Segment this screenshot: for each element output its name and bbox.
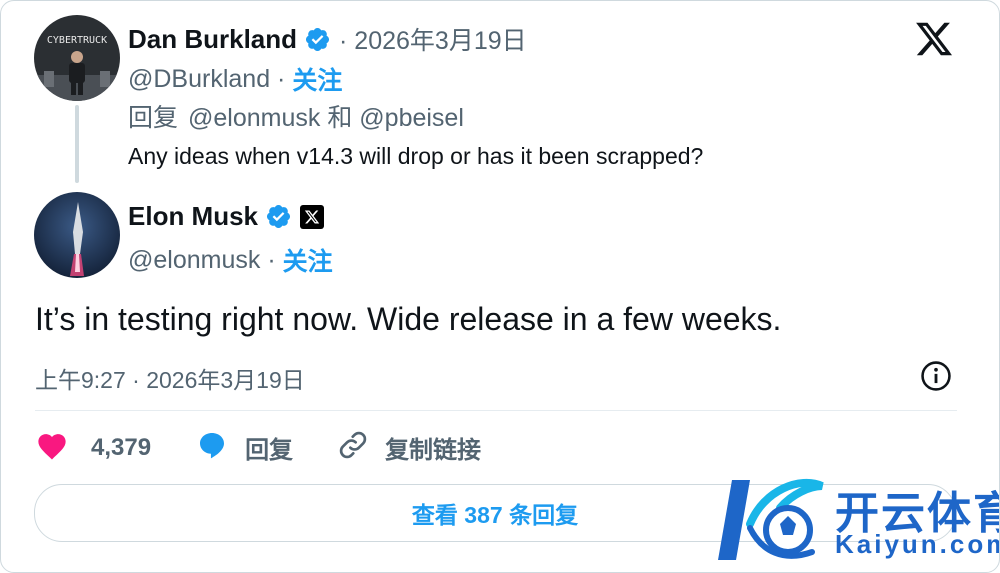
main-tweet-handle-row: @elonmusk · 关注	[128, 242, 333, 278]
info-icon[interactable]	[919, 359, 953, 398]
avatar-text: CYBERTRUCK	[47, 35, 107, 46]
author-name[interactable]: Dan Burkland	[128, 24, 297, 55]
copy-link-button[interactable]: 复制链接	[337, 429, 481, 466]
elon-musk-avatar[interactable]	[34, 192, 120, 278]
thread-connector-line	[75, 105, 79, 183]
watermark-english-text: Kaiyun.com	[835, 529, 1000, 559]
reply-tweet-header: Dan Burkland · 2026年3月19日	[128, 21, 527, 57]
tweet-date[interactable]: · 2026年3月19日	[339, 21, 527, 57]
reply-tweet-body: Any ideas when v14.3 will drop or has it…	[128, 143, 703, 170]
x-affiliation-badge-icon[interactable]	[300, 204, 325, 229]
separator-dot: ·	[260, 245, 283, 274]
link-icon	[337, 429, 369, 466]
reply-to-handles[interactable]: @elonmusk 和 @pbeisel	[188, 98, 464, 134]
tweet-embed-card: CYBERTRUCK Dan Burkland · 2026年3月19日 @DB…	[0, 0, 1000, 573]
follow-button[interactable]: 关注	[292, 61, 342, 97]
x-logo-icon[interactable]	[913, 19, 955, 64]
main-tweet-text: It’s in testing right now. Wide release …	[35, 301, 782, 337]
author-handle[interactable]: @DBurkland	[128, 65, 270, 94]
author-handle[interactable]: @elonmusk	[128, 246, 260, 275]
like-count: 4,379	[91, 433, 152, 461]
reply-button[interactable]: 回复	[195, 429, 293, 466]
divider	[35, 410, 957, 411]
verified-badge-icon	[304, 26, 331, 53]
reply-to-prefix: 回复	[128, 104, 179, 132]
author-name[interactable]: Elon Musk	[128, 201, 258, 232]
separator-dot: ·	[270, 64, 293, 93]
heart-icon	[35, 430, 69, 465]
reply-tweet-text: Any ideas when v14.3 will drop or has it…	[128, 143, 704, 169]
main-tweet-header: Elon Musk	[128, 201, 325, 232]
verified-badge-icon	[265, 203, 292, 230]
reply-to-line: 回复 @elonmusk 和 @pbeisel	[128, 98, 464, 134]
tweet-timestamp[interactable]: 上午9:27 · 2026年3月19日	[35, 361, 305, 395]
copy-link-label: 复制链接	[385, 437, 482, 464]
reply-tweet-handle-row: @DBurkland · 关注	[128, 61, 342, 97]
reply-bubble-icon	[195, 429, 229, 466]
follow-button[interactable]: 关注	[283, 242, 333, 278]
tweet-actions-bar: 4,379 回复 复制链接	[35, 429, 525, 466]
like-button[interactable]: 4,379	[35, 430, 151, 465]
reply-label: 回复	[245, 437, 294, 464]
dan-burkland-avatar[interactable]: CYBERTRUCK	[34, 15, 120, 101]
